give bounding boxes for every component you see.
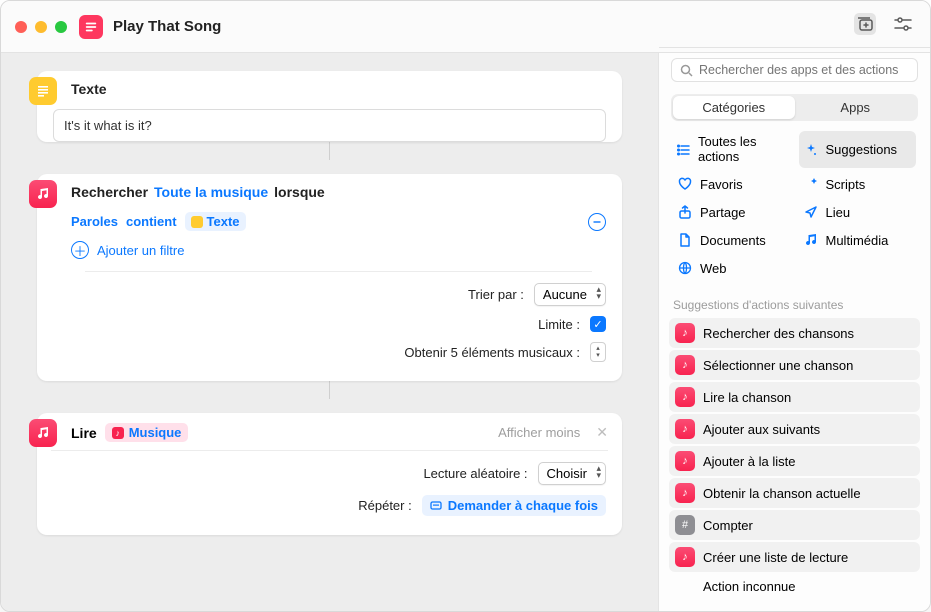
cat-share[interactable]: Partage [673, 200, 791, 224]
sparkle-icon [803, 142, 819, 158]
cat-all-actions[interactable]: Toutes les actions [673, 131, 791, 168]
limit-checkbox[interactable]: ✓ [590, 316, 606, 332]
text-var-icon [191, 216, 203, 228]
remove-filter-button[interactable] [588, 213, 606, 231]
plus-icon: ＋ [71, 241, 89, 259]
shortcut-icon [79, 15, 103, 39]
action-text[interactable]: Texte It's it what is it? [37, 71, 622, 142]
document-icon [677, 232, 693, 248]
filter-value-chip[interactable]: Texte [185, 212, 246, 231]
get-items-label: Obtenir 5 éléments musicaux : [71, 345, 580, 360]
music-icon: ♪ [675, 387, 695, 407]
music-action-icon [29, 419, 57, 447]
cat-documents[interactable]: Documents [673, 228, 791, 252]
settings-button[interactable] [892, 13, 914, 35]
cat-location[interactable]: Lieu [799, 200, 917, 224]
globe-icon [677, 260, 693, 276]
heart-icon [677, 176, 693, 192]
music-icon: ♪ [675, 451, 695, 471]
suggestion-item[interactable]: ♪Lire la chanson [669, 382, 920, 412]
limit-label: Limite : [71, 317, 580, 332]
ask-icon [430, 500, 442, 512]
action-find-music[interactable]: Rechercher Toute la musique lorsque Paro… [37, 174, 622, 381]
music-icon [803, 232, 819, 248]
search-input[interactable] [699, 63, 909, 77]
cat-suggestions[interactable]: Suggestions [799, 131, 917, 168]
play-label: Lire [71, 425, 97, 441]
suggestion-item[interactable]: ♪Rechercher des chansons [669, 318, 920, 348]
text-action-icon [29, 77, 57, 105]
library-sidebar: Catégories Apps Toutes les actions Sugge… [658, 53, 930, 611]
cat-favorites[interactable]: Favoris [673, 172, 791, 196]
search-field[interactable] [671, 58, 918, 82]
filter-row: Paroles contient Texte [71, 208, 606, 235]
suggestion-item[interactable]: ♪Obtenir la chanson actuelle [669, 478, 920, 508]
search-icon [680, 64, 693, 77]
find-label: Rechercher [71, 184, 148, 200]
music-icon: ♪ [675, 419, 695, 439]
cat-media[interactable]: Multimédia [799, 228, 917, 252]
hash-icon: # [675, 515, 695, 535]
text-action-title: Texte [37, 71, 622, 105]
action-play-music[interactable]: Lire ♪ Musique Afficher moins ✕ Lecture … [37, 413, 622, 535]
traffic-lights [15, 21, 67, 33]
library-toggle-button[interactable] [854, 13, 876, 35]
get-items-stepper[interactable]: ▴▾ [590, 342, 606, 362]
close-window[interactable] [15, 21, 27, 33]
shuffle-select[interactable]: Choisir▴▾ [538, 462, 606, 485]
connector [37, 395, 622, 413]
music-icon: ♪ [675, 323, 695, 343]
text-value-field[interactable]: It's it what is it? [53, 109, 606, 142]
sort-label: Trier par : [71, 287, 524, 302]
repeat-ask-chip[interactable]: Demander à chaque fois [422, 495, 606, 516]
suggestions-list: ♪Rechercher des chansons ♪Sélectionner u… [659, 316, 930, 611]
zoom-window[interactable] [55, 21, 67, 33]
seg-apps[interactable]: Apps [795, 96, 917, 119]
music-icon: ♪ [675, 355, 695, 375]
share-icon [677, 204, 693, 220]
music-action-icon [29, 180, 57, 208]
music-icon: ♪ [675, 547, 695, 567]
find-when: lorsque [274, 184, 325, 200]
suggestion-unknown[interactable]: Action inconnue [669, 574, 920, 599]
music-icon: ♪ [675, 483, 695, 503]
suggestion-item[interactable]: ♪Ajouter aux suivants [669, 414, 920, 444]
suggestion-item[interactable]: #Compter [669, 510, 920, 540]
editor-canvas: Texte It's it what is it? Rechercher Tou… [1, 53, 658, 611]
sort-select[interactable]: Aucune▴▾ [534, 283, 606, 306]
remove-action-button[interactable]: ✕ [596, 424, 608, 441]
filter-op[interactable]: contient [126, 214, 177, 229]
minimize-window[interactable] [35, 21, 47, 33]
location-icon [803, 204, 819, 220]
show-less-button[interactable]: Afficher moins [498, 425, 580, 440]
filter-field[interactable]: Paroles [71, 214, 118, 229]
suggestion-item[interactable]: ♪Sélectionner une chanson [669, 350, 920, 380]
repeat-label: Répéter : [53, 498, 412, 513]
list-icon [677, 142, 691, 158]
suggestion-item[interactable]: ♪Ajouter à la liste [669, 446, 920, 476]
wand-icon [803, 176, 819, 192]
cat-web[interactable]: Web [673, 256, 791, 280]
suggestion-item[interactable]: ♪Créer une liste de lecture [669, 542, 920, 572]
app-window: Play That Song Texte It's it what is it? [0, 0, 931, 612]
cat-scripts[interactable]: Scripts [799, 172, 917, 196]
add-filter-button[interactable]: ＋ Ajouter un filtre [71, 235, 606, 269]
suggestions-header: Suggestions d'actions suivantes [659, 290, 930, 316]
find-scope[interactable]: Toute la musique [154, 184, 268, 200]
music-chip-icon: ♪ [112, 427, 124, 439]
connector [37, 156, 622, 174]
seg-categories[interactable]: Catégories [673, 96, 795, 119]
segmented-control[interactable]: Catégories Apps [671, 94, 918, 121]
shuffle-label: Lecture aléatoire : [53, 466, 528, 481]
music-var-chip[interactable]: ♪ Musique [105, 423, 189, 442]
